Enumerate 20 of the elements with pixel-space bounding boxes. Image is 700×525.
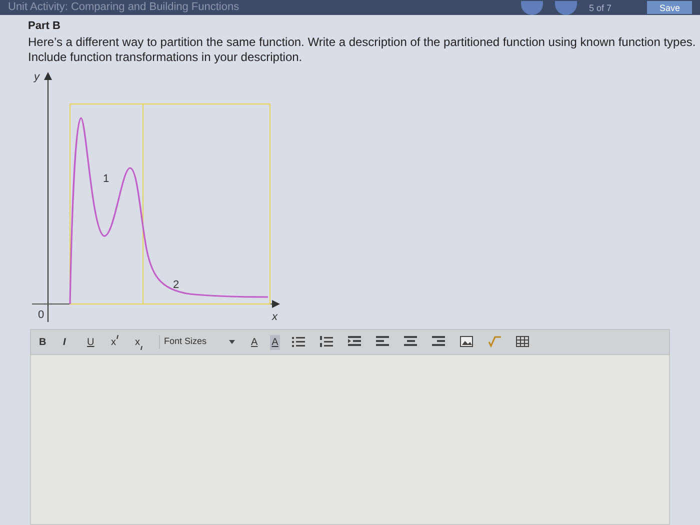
format-button[interactable]: I <box>63 334 77 350</box>
format-button[interactable]: x <box>111 334 125 350</box>
format-button[interactable]: U <box>87 334 101 350</box>
activity-title: Unit Activity: Comparing and Building Functions <box>8 1 240 14</box>
text-color-button[interactable]: A <box>249 334 260 350</box>
part-heading: Part B <box>28 19 62 34</box>
format-button[interactable]: x <box>135 334 149 350</box>
font-size-dropdown[interactable]: Font Sizes <box>159 335 239 349</box>
highlight-color-button[interactable]: A <box>270 334 280 350</box>
question-prompt: Here’s a different way to partition the same function. Write a description of the partitioned function using known function types. Include function transformations in your description. <box>28 34 697 65</box>
superscript-mark-icon <box>116 334 119 338</box>
format-button[interactable]: B <box>39 334 53 350</box>
subscript-mark-icon <box>140 346 143 350</box>
region-label: 2 <box>173 278 180 291</box>
origin-label: 0 <box>38 308 44 321</box>
y-axis-label: y <box>34 70 40 83</box>
x-axis-label: x <box>272 310 278 323</box>
caret-icon <box>229 340 235 344</box>
page-counter: 5 of 7 <box>588 2 612 14</box>
region-label: 1 <box>103 172 110 185</box>
